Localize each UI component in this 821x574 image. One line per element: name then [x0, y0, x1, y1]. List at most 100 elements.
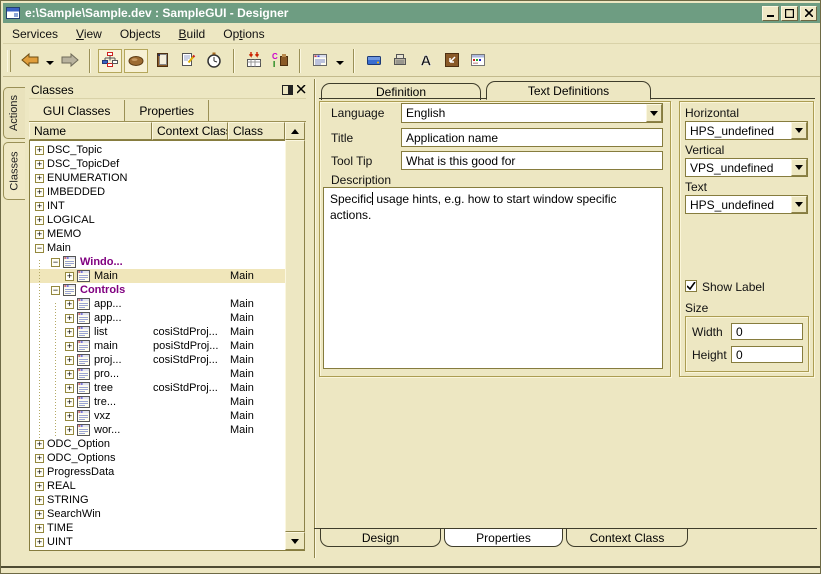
height-input[interactable]	[731, 346, 803, 363]
title-input[interactable]	[401, 128, 663, 147]
chevron-down-icon[interactable]	[791, 122, 807, 139]
tree-row[interactable]: +MainMain	[30, 269, 286, 283]
vertical-select[interactable]: VPS_undefined	[685, 158, 808, 177]
horizontal-select[interactable]: HPS_undefined	[685, 121, 808, 140]
chevron-down-icon[interactable]	[791, 159, 807, 176]
book-button[interactable]	[150, 49, 174, 73]
tree-row[interactable]: +TIME	[30, 521, 286, 535]
tree-expander-icon[interactable]: +	[65, 272, 74, 281]
form-button[interactable]	[308, 49, 332, 73]
tree-row[interactable]: +app...Main	[30, 297, 286, 311]
form-dropdown[interactable]	[334, 49, 346, 73]
tree-row[interactable]: +SearchWin	[30, 507, 286, 521]
tree-expander-icon[interactable]: +	[65, 370, 74, 379]
column-header-context-class[interactable]: Context Class	[152, 122, 228, 140]
panel-close-icon[interactable]	[297, 85, 306, 94]
menu-item-options[interactable]: Options	[214, 25, 273, 43]
tab-properties[interactable]: Properties	[444, 529, 563, 547]
menu-item-services[interactable]: Services	[3, 25, 67, 43]
close-button[interactable]	[800, 6, 817, 21]
tree-expander-icon[interactable]: +	[65, 314, 74, 323]
edit-button[interactable]	[176, 49, 200, 73]
scroll-down-button[interactable]	[285, 532, 305, 550]
drive-button[interactable]	[362, 49, 386, 73]
class-instance-button[interactable]: CI	[268, 49, 292, 73]
column-header-name[interactable]: Name	[29, 122, 152, 140]
tree-expander-icon[interactable]: +	[35, 188, 44, 197]
chevron-down-icon[interactable]	[791, 196, 807, 213]
tree-row[interactable]: +mainposiStdProj...Main	[30, 339, 286, 353]
tree-expander-icon[interactable]: +	[35, 230, 44, 239]
tree-row[interactable]: +ODC_Option	[30, 437, 286, 451]
description-textarea[interactable]: Specific usage hints, e.g. how to start …	[323, 187, 663, 369]
tree-expander-icon[interactable]: +	[35, 174, 44, 183]
tree-row[interactable]: +DSC_Topic	[30, 143, 286, 157]
tree-expander-icon[interactable]: +	[65, 328, 74, 337]
tree-expander-icon[interactable]: −	[35, 244, 44, 253]
scrollbar-thumb[interactable]	[285, 140, 305, 532]
tree-row[interactable]: −Windo...	[30, 255, 286, 269]
tree-expander-icon[interactable]: +	[35, 482, 44, 491]
tree-row[interactable]: +IMBEDDED	[30, 185, 286, 199]
tree-row[interactable]: +REAL	[30, 479, 286, 493]
tree-row[interactable]: +proj...cosiStdProj...Main	[30, 353, 286, 367]
tree-row[interactable]: +listcosiStdProj...Main	[30, 325, 286, 339]
tree-row[interactable]: +STRING	[30, 493, 286, 507]
back-button[interactable]	[18, 49, 42, 73]
tree-expander-icon[interactable]: +	[35, 524, 44, 533]
tree-expander-icon[interactable]: +	[65, 412, 74, 421]
tree-expander-icon[interactable]: +	[65, 300, 74, 309]
tree-expander-icon[interactable]: +	[65, 426, 74, 435]
link-button[interactable]	[440, 49, 464, 73]
tree-expander-icon[interactable]: +	[35, 202, 44, 211]
show-label-checkbox[interactable]	[685, 280, 697, 292]
tooltip-input[interactable]	[401, 151, 663, 170]
tree-expander-icon[interactable]: +	[35, 510, 44, 519]
eraser-toggle[interactable]	[124, 49, 148, 73]
toolbar-grip[interactable]	[7, 50, 11, 72]
tree-row[interactable]: +ProgressData	[30, 465, 286, 479]
printer-button[interactable]	[388, 49, 412, 73]
back-history-dropdown[interactable]	[44, 49, 56, 73]
scroll-up-button[interactable]	[285, 122, 305, 140]
tree-expander-icon[interactable]: +	[65, 398, 74, 407]
tree-expander-icon[interactable]: −	[51, 286, 60, 295]
tree-expander-icon[interactable]: +	[65, 356, 74, 365]
menu-item-build[interactable]: Build	[170, 25, 215, 43]
tree-row[interactable]: +app...Main	[30, 311, 286, 325]
tree-row[interactable]: +wor...Main	[30, 423, 286, 437]
panel-splitter[interactable]	[314, 79, 316, 558]
tree-expander-icon[interactable]: +	[35, 146, 44, 155]
width-input-value[interactable]	[732, 324, 802, 339]
menu-item-objects[interactable]: Objects	[111, 25, 170, 43]
tree-expander-icon[interactable]: +	[35, 216, 44, 225]
tree-row[interactable]: +treecosiStdProj...Main	[30, 381, 286, 395]
tab-gui-classes[interactable]: GUI Classes	[29, 100, 125, 121]
height-input-value[interactable]	[732, 347, 802, 362]
column-header-class[interactable]: Class	[228, 122, 285, 140]
tree-row[interactable]: +tre...Main	[30, 395, 286, 409]
font-button[interactable]: A	[414, 49, 438, 73]
sidebar-tab-actions[interactable]: Actions	[3, 87, 25, 139]
tree-row[interactable]: +ODC_Options	[30, 451, 286, 465]
tree-expander-icon[interactable]: +	[35, 538, 44, 547]
dock-pin-icon[interactable]	[282, 85, 293, 95]
menu-item-view[interactable]: View	[67, 25, 111, 43]
width-input[interactable]	[731, 323, 803, 340]
minimize-button[interactable]	[762, 6, 779, 21]
text-select[interactable]: HPS_undefined	[685, 195, 808, 214]
tree-row[interactable]: −Controls	[30, 283, 286, 297]
tab-properties[interactable]: Properties	[125, 100, 209, 121]
tree-expander-icon[interactable]: +	[35, 160, 44, 169]
tree-row[interactable]: +DSC_TopicDef	[30, 157, 286, 171]
tree-expander-icon[interactable]: +	[65, 384, 74, 393]
tree-row[interactable]: +UINT	[30, 535, 286, 549]
tree-row[interactable]: −Main	[30, 241, 286, 255]
import-button[interactable]	[242, 49, 266, 73]
sidebar-tab-classes[interactable]: Classes	[3, 142, 25, 200]
dialog-button[interactable]	[466, 49, 490, 73]
tab-text-definitions[interactable]: Text Definitions	[486, 81, 651, 100]
tree-row[interactable]: +pro...Main	[30, 367, 286, 381]
tooltip-input-value[interactable]	[402, 152, 662, 169]
title-input-value[interactable]	[402, 129, 662, 146]
